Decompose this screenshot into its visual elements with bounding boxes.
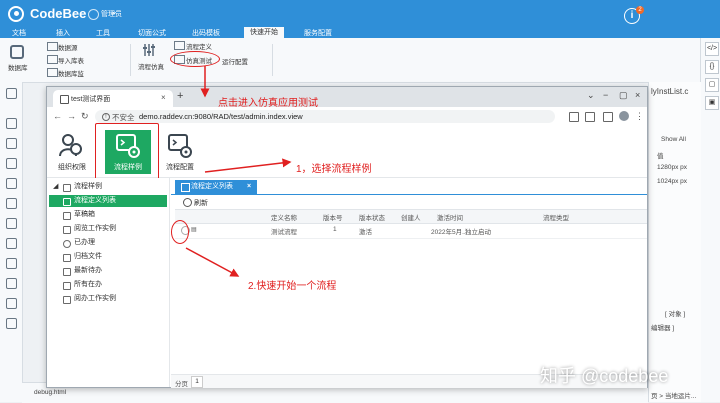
annotation-step2: 2.快速开始一个流程 (248, 281, 337, 292)
watermark: 知乎 @codebee (540, 366, 669, 386)
annotation-top: 点击进入仿真应用测试 (218, 98, 318, 109)
annotation-step1: 1，选择流程样例 (296, 164, 372, 175)
annotation-arrows (185, 66, 292, 277)
